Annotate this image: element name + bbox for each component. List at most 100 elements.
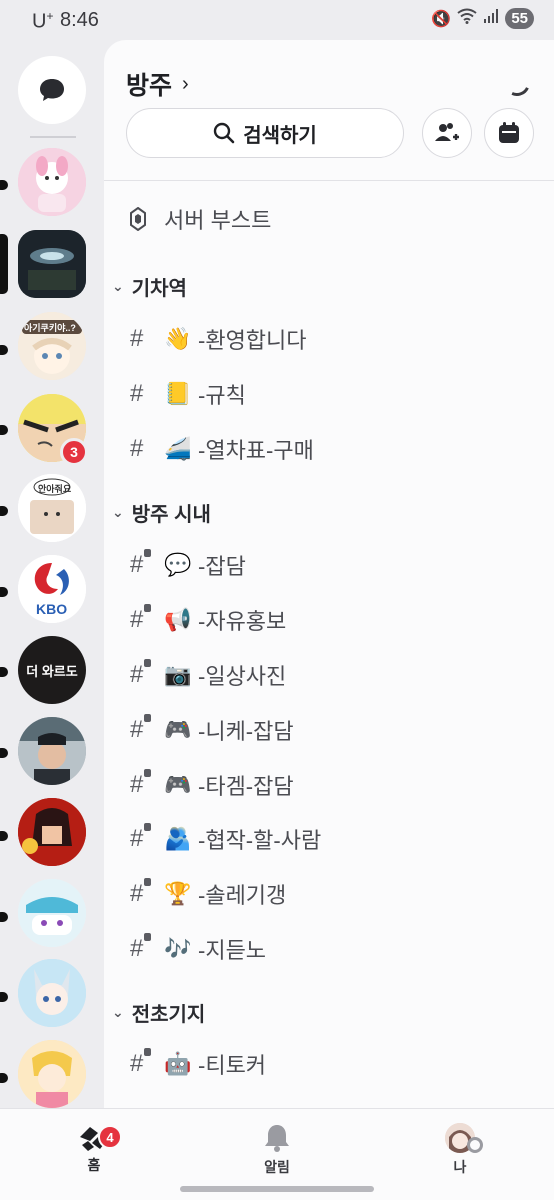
nav-notifications-tab[interactable]: 알림: [237, 1123, 317, 1177]
server-rail: 아기쿠키야..? 3 안아줘요 KBO 더 와르도: [0, 40, 104, 1108]
category-name: 방주 시내: [131, 504, 211, 526]
search-button[interactable]: 검색하기: [126, 108, 404, 158]
bell-icon: [265, 1125, 289, 1152]
category-header[interactable]: ⌄ 기차역: [112, 272, 187, 301]
nav-home-tab[interactable]: 홈 4: [54, 1123, 134, 1175]
server-icon-9[interactable]: [18, 798, 86, 866]
server-icon-11[interactable]: [18, 959, 86, 1027]
server-name: 방주: [126, 72, 173, 100]
channel-emoji: 🤖: [164, 1051, 192, 1076]
category-header[interactable]: ⌄ 전초기지: [112, 998, 205, 1027]
clock: 8:46: [60, 9, 99, 31]
chevron-down-icon: ⌄: [112, 278, 124, 294]
status-icons: 🔇 55: [431, 8, 534, 29]
search-label: 검색하기: [243, 124, 317, 147]
server-icon-2[interactable]: [18, 230, 86, 298]
nav-profile-tab[interactable]: 나: [420, 1123, 500, 1177]
chevron-down-icon: ⌄: [112, 1004, 124, 1020]
channel-emoji: 📢: [164, 607, 192, 632]
server-3-label: 아기쿠키야..?: [24, 323, 76, 333]
channel-name: -열차표-구매: [198, 438, 314, 463]
locked-channel-icon: #: [130, 714, 156, 744]
server-notification-badge: 3: [60, 438, 88, 466]
channel-item[interactable]: # 🎮 -타겜-잡담: [130, 769, 294, 801]
chat-bubble-icon: [40, 79, 64, 101]
calendar-icon: [499, 122, 519, 143]
server-icon-7[interactable]: 더 와르도: [18, 636, 86, 704]
boost-gem-icon: [130, 207, 146, 231]
chevron-right-icon: ›: [182, 72, 189, 95]
unread-indicator: [0, 345, 8, 355]
nav-home-label: 홈: [87, 1157, 101, 1173]
channel-emoji: 💬: [164, 552, 192, 577]
header-divider: [104, 180, 554, 181]
nav-notifications-label: 알림: [264, 1159, 290, 1175]
unread-indicator: [0, 667, 8, 677]
rail-separator: [30, 136, 76, 138]
channel-name: -솔레기갱: [198, 883, 287, 908]
channel-item[interactable]: # 📢 -자유홍보: [130, 604, 286, 636]
gesture-home-bar[interactable]: [180, 1186, 374, 1192]
category-name: 전초기지: [131, 1004, 206, 1026]
server-header-button[interactable]: 방주 ›: [126, 66, 189, 102]
invite-members-button[interactable]: [422, 108, 472, 158]
text-channel-icon: #: [130, 435, 144, 462]
channel-emoji: 🫂: [164, 826, 192, 851]
unread-indicator: [0, 587, 8, 597]
unread-indicator: [0, 992, 8, 1002]
locked-channel-icon: #: [130, 659, 156, 689]
channel-emoji: 🚄: [164, 436, 192, 461]
channel-emoji: 📷: [164, 662, 192, 687]
unread-indicator: [0, 1073, 8, 1083]
server-icon-5[interactable]: 안아줘요: [18, 474, 86, 542]
signal-icon: [483, 9, 499, 28]
channel-item[interactable]: # 📷 -일상사진: [130, 659, 286, 691]
channel-item[interactable]: # 🏆 -솔레기갱: [130, 878, 286, 910]
text-channel-icon: #: [130, 380, 144, 407]
channel-item[interactable]: # 👋 -환영합니다: [130, 323, 307, 355]
channel-name: -티토커: [198, 1053, 267, 1078]
channel-name: -지듣노: [198, 938, 267, 963]
channel-name: -규칙: [198, 383, 246, 408]
server-icon-8[interactable]: [18, 717, 86, 785]
server-boost-item[interactable]: 서버 부스트: [130, 203, 271, 235]
unread-indicator: [0, 180, 8, 190]
server-7-label: 더 와르도: [26, 663, 78, 679]
channel-item[interactable]: # 🚄 -열차표-구매: [130, 433, 314, 465]
category-header[interactable]: ⌄ 방주 시내: [112, 498, 211, 527]
events-button[interactable]: [484, 108, 534, 158]
channel-emoji: 👋: [164, 326, 192, 351]
server-6-label: KBO: [36, 601, 68, 617]
wifi-icon: [457, 8, 477, 29]
mute-icon: 🔇: [431, 10, 452, 28]
channel-name: -니케-잡담: [198, 719, 294, 744]
channel-name: -자유홍보: [198, 609, 287, 634]
locked-channel-icon: #: [130, 823, 156, 853]
unread-indicator: [0, 425, 8, 435]
server-icon-10[interactable]: [18, 879, 86, 947]
server-icon-6[interactable]: KBO: [18, 555, 86, 623]
server-icon-12[interactable]: [18, 1040, 86, 1108]
channel-item[interactable]: # 🫂 -협작-할-사람: [130, 823, 321, 855]
locked-channel-icon: #: [130, 769, 156, 799]
channel-name: -잡담: [198, 554, 246, 579]
locked-channel-icon: #: [130, 933, 156, 963]
status-ring-icon: [467, 1137, 483, 1153]
locked-channel-icon: #: [130, 878, 156, 908]
carrier-label: U+: [32, 9, 54, 33]
direct-messages-button[interactable]: [18, 56, 86, 124]
category-name: 기차역: [131, 278, 187, 300]
channel-item[interactable]: # 📒 -규칙: [130, 378, 246, 410]
channel-emoji: 🎮: [164, 717, 192, 742]
channel-item[interactable]: # 💬 -잡담: [130, 549, 246, 581]
channel-panel: 방주 › 검색하기 서버 부스트 ⌄ 기차역 # 👋 -환영합니다 # 📒 -규…: [104, 40, 554, 1108]
channel-item[interactable]: # 🎶 -지듣노: [130, 933, 266, 965]
channel-item[interactable]: # 🤖 -티토커: [130, 1048, 266, 1080]
channel-name: -협작-할-사람: [198, 828, 322, 853]
locked-channel-icon: #: [130, 1048, 156, 1078]
battery-indicator: 55: [505, 8, 534, 29]
server-icon-1[interactable]: [18, 148, 86, 216]
text-channel-icon: #: [130, 325, 144, 352]
channel-item[interactable]: # 🎮 -니케-잡담: [130, 714, 294, 746]
server-icon-3[interactable]: 아기쿠키야..?: [18, 312, 86, 380]
